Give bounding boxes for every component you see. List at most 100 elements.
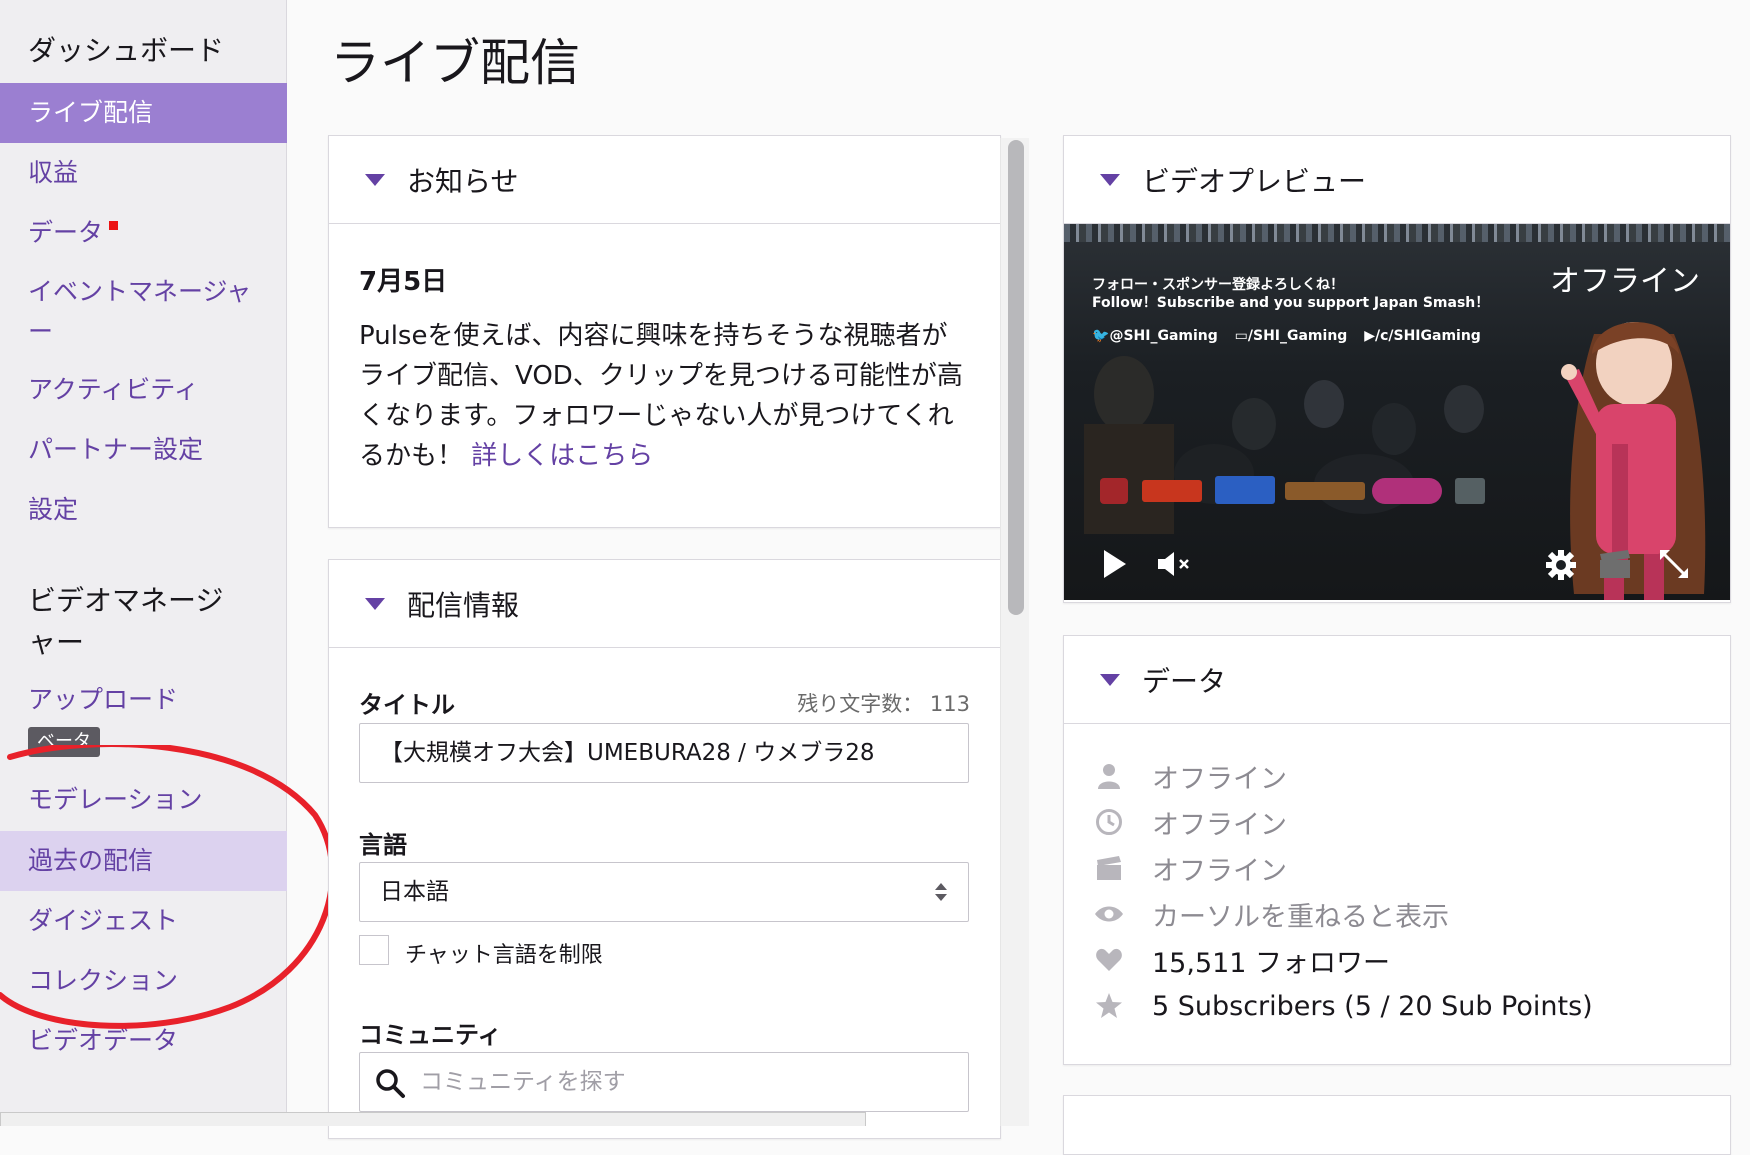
mute-icon[interactable] (1156, 550, 1192, 578)
followers-value: 15,511 フォロワー (1152, 947, 1391, 979)
language-select[interactable]: 日本語 (359, 862, 969, 922)
sidebar-item-label: 過去の配信 (28, 846, 154, 875)
sidebar-item-collections[interactable]: コレクション (0, 951, 287, 1011)
video-preview-header[interactable]: ビデオプレビュー (1064, 136, 1730, 224)
stream-info-header[interactable]: 配信情報 (329, 560, 1000, 648)
data-card-header[interactable]: データ (1064, 636, 1730, 724)
collapse-triangle-icon[interactable] (365, 173, 385, 186)
video-manager-heading: ビデオマネージャー (28, 584, 224, 659)
video-preview-title: ビデオプレビュー (1142, 164, 1367, 198)
sidebar-item-revenue[interactable]: 収益 (0, 143, 287, 203)
news-card: お知らせ 7月5日 Pulseを使えば、内容に興味を持ちそうな視聴者がライブ配信… (328, 135, 1001, 528)
select-arrows-icon (935, 883, 947, 901)
sidebar-item-label: 収益 (28, 158, 79, 187)
collapse-triangle-icon[interactable] (1100, 673, 1120, 686)
sidebar-item-activity[interactable]: アクティビティ (0, 360, 287, 420)
clapper-icon (1094, 853, 1124, 883)
crowd-image (1064, 224, 1730, 242)
video-preview-card: ビデオプレビュー フォロー・スポンサー登録よろしくね！ Follow！Subsc… (1063, 135, 1731, 603)
clips-row: オフライン (1094, 848, 1287, 888)
news-text: Pulseを使えば、内容に興味を持ちそうな視聴者がライブ配信、VOD、クリップを… (359, 321, 963, 471)
eye-icon (1094, 899, 1124, 929)
overlay-line-1: フォロー・スポンサー登録よろしくね！ (1092, 277, 1344, 293)
title-input-value: 【大規模オフ大会】UMEBURA28 / ウメブラ28 (380, 740, 875, 766)
sidebar-item-label: データ (28, 218, 104, 247)
sidebar-item-label: コレクション (28, 966, 179, 995)
stream-info-card: 配信情報 タイトル 残り文字数： 113 【大規模オフ大会】UMEBURA28 … (328, 559, 1001, 1139)
sidebar-item-video-data[interactable]: ビデオデータ (0, 1011, 287, 1071)
sidebar-item-label: ビデオデータ (28, 1026, 179, 1055)
next-card (1063, 1095, 1731, 1155)
news-date: 7月5日 (359, 267, 448, 297)
chars-remaining: 残り文字数： 113 (797, 692, 970, 716)
stream-info-title: 配信情報 (407, 588, 520, 622)
scrollbar-thumb[interactable] (1008, 140, 1024, 615)
video-player[interactable]: フォロー・スポンサー登録よろしくね！ Follow！Subscribe and … (1064, 224, 1730, 600)
sidebar-item-data[interactable]: データ (0, 203, 287, 263)
sidebar-item-live[interactable]: ライブ配信 (0, 83, 287, 143)
sidebar-item-label: イベントマネージャー (28, 277, 252, 346)
viewer-count-value: オフライン (1152, 763, 1287, 795)
community-placeholder: コミュニティを探す (420, 1069, 626, 1095)
sidebar-item-event-manager[interactable]: イベントマネージャー (0, 268, 287, 348)
followers-row: 15,511 フォロワー (1094, 940, 1390, 980)
uptime-row: オフライン (1094, 802, 1287, 842)
sidebar: ダッシュボード ライブ配信 収益 データ イベントマネージャー アクティビティ … (0, 0, 287, 1126)
views-row: カーソルを重ねると表示 (1094, 894, 1449, 934)
clips-value: オフライン (1152, 855, 1287, 887)
data-card-title: データ (1142, 664, 1227, 698)
viewer-count-row: オフライン (1094, 756, 1287, 796)
language-select-value: 日本語 (380, 879, 449, 905)
language-label: 言語 (359, 831, 407, 859)
uptime-value: オフライン (1152, 809, 1287, 841)
twitch-handle: /SHI_Gaming (1247, 328, 1348, 344)
sidebar-item-label: アクティビティ (28, 375, 199, 404)
notification-dot (109, 221, 119, 230)
sidebar-item-label: ダイジェスト (28, 906, 179, 935)
sidebar-item-label: ライブ配信 (28, 98, 154, 127)
sidebar-item-label: モデレーション (28, 785, 203, 814)
youtube-icon: ▶ (1364, 328, 1375, 344)
play-icon[interactable] (1102, 548, 1128, 580)
video-controls (1064, 530, 1730, 600)
fullscreen-icon[interactable] (1656, 546, 1692, 582)
sidebar-item-upload[interactable]: アップロード (0, 670, 287, 730)
social-links: 🐦@SHI_Gaming ▭/SHI_Gaming ▶/c/SHIGaming (1092, 328, 1481, 344)
news-card-header[interactable]: お知らせ (329, 136, 1000, 224)
sidebar-item-partner-settings[interactable]: パートナー設定 (0, 420, 287, 480)
sidebar-item-label: アップロード (28, 685, 179, 714)
sponsor-logos (1100, 476, 1485, 504)
community-search-input[interactable]: コミュニティを探す (359, 1052, 969, 1112)
dashboard-heading: ダッシュボード (28, 34, 225, 67)
sidebar-item-moderation[interactable]: モデレーション (0, 770, 287, 830)
restrict-chat-language-label: チャット言語を制限 (405, 943, 603, 968)
twitch-icon: ▭ (1234, 328, 1248, 344)
sidebar-item-settings[interactable]: 設定 (0, 480, 287, 540)
settings-gear-icon[interactable] (1544, 548, 1578, 582)
overlay-line-2: Follow！Subscribe and you support Japan S… (1092, 295, 1490, 311)
sidebar-item-highlights[interactable]: ダイジェスト (0, 891, 287, 951)
news-body: Pulseを使えば、内容に興味を持ちそうな視聴者がライブ配信、VOD、クリップを… (359, 316, 969, 476)
sidebar-item-past-broadcasts[interactable]: 過去の配信 (0, 831, 287, 891)
twitter-handle: @SHI_Gaming (1109, 328, 1218, 344)
video-overlay-text: フォロー・スポンサー登録よろしくね！ Follow！Subscribe and … (1092, 276, 1489, 312)
browser-status-bar (0, 1112, 866, 1126)
data-card: データ オフライン オフライン オフライン カーソルを重ねると表示 15,511… (1063, 635, 1731, 1065)
learn-more-link[interactable]: 詳しくはこちら (471, 441, 653, 471)
sidebar-item-label: パートナー設定 (28, 435, 204, 464)
viewer-icon (1094, 761, 1124, 791)
collapse-triangle-icon[interactable] (365, 597, 385, 610)
restrict-chat-language-checkbox[interactable] (359, 935, 389, 965)
clip-icon[interactable] (1598, 550, 1632, 580)
youtube-handle: /c/SHIGaming (1374, 328, 1481, 344)
title-input[interactable]: 【大規模オフ大会】UMEBURA28 / ウメブラ28 (359, 723, 969, 783)
star-icon (1094, 991, 1124, 1021)
sidebar-item-label: 設定 (28, 495, 79, 524)
community-label: コミュニティ (359, 1021, 502, 1049)
views-value[interactable]: カーソルを重ねると表示 (1152, 895, 1449, 934)
heart-icon (1094, 945, 1124, 975)
clock-icon (1094, 807, 1124, 837)
news-card-title: お知らせ (407, 164, 519, 198)
collapse-triangle-icon[interactable] (1100, 173, 1120, 186)
search-icon (376, 1069, 405, 1098)
